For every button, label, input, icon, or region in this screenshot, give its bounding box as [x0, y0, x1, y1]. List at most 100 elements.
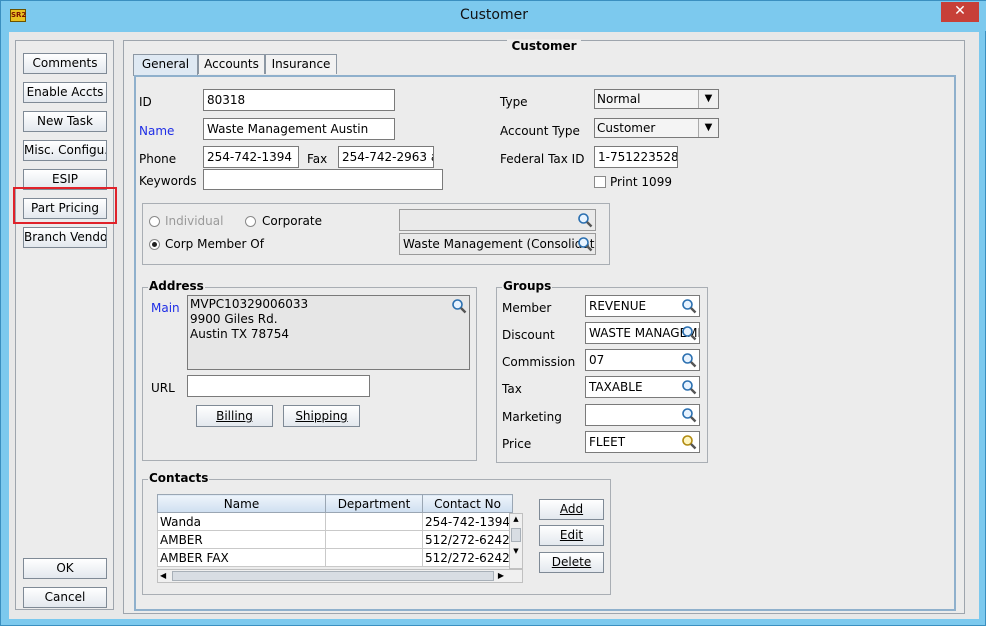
account-type-value: Customer — [597, 121, 656, 135]
federal-tax-field[interactable]: 1-7512235288 — [594, 146, 678, 168]
keywords-field[interactable] — [203, 169, 443, 190]
contacts-title: Contacts — [148, 471, 210, 485]
marketing-label: Marketing — [502, 410, 562, 424]
cell-name: Wanda — [157, 512, 326, 531]
magnifier-icon[interactable] — [681, 434, 697, 450]
contacts-horizontal-scrollbar[interactable]: ◀ ▶ — [157, 569, 523, 583]
window-title: Customer — [459, 7, 528, 23]
keywords-label: Keywords — [139, 174, 197, 188]
title-bar: SR2 Customer ✕ — [1, 1, 986, 31]
magnifier-icon[interactable] — [681, 352, 697, 368]
account-type-select[interactable]: Customer ▼ — [594, 118, 719, 138]
cell-contact-no: 254-742-1394 — [421, 512, 514, 531]
table-row[interactable]: Wanda 254-742-1394 — [157, 512, 514, 531]
misc-config-button[interactable]: Misc. Configu... — [23, 140, 107, 161]
individual-radio[interactable] — [149, 216, 160, 227]
close-button[interactable]: ✕ — [941, 2, 979, 22]
branch-vendor-button[interactable]: Branch Vendor — [23, 227, 107, 248]
column-header-name[interactable]: Name — [157, 494, 326, 513]
corporate-radio[interactable] — [245, 216, 256, 227]
chevron-down-icon[interactable]: ▼ — [698, 90, 718, 108]
price-field[interactable]: FLEET — [585, 431, 700, 453]
cell-name: AMBER — [157, 530, 326, 549]
member-field[interactable]: REVENUE — [585, 295, 700, 317]
comments-button[interactable]: Comments — [23, 53, 107, 74]
name-field[interactable]: Waste Management Austin — [203, 118, 395, 140]
scroll-thumb[interactable] — [172, 571, 494, 581]
customer-window: SR2 Customer ✕ Comments Enable Accts New… — [0, 0, 986, 626]
scroll-right-icon[interactable]: ▶ — [498, 570, 504, 582]
fax-field[interactable]: 254-742-2963 attn — [338, 146, 434, 168]
cell-department — [325, 548, 423, 567]
type-select[interactable]: Normal ▼ — [594, 89, 719, 109]
magnifier-icon[interactable] — [681, 298, 697, 314]
corp-member-radio[interactable] — [149, 239, 160, 250]
tab-insurance[interactable]: Insurance — [265, 54, 337, 74]
enable-accts-button[interactable]: Enable Accts — [23, 82, 107, 103]
federal-tax-label: Federal Tax ID — [500, 152, 585, 166]
address-line-1: MVPC10329006033 — [190, 297, 309, 311]
commission-field[interactable]: 07 — [585, 349, 700, 371]
main-address-box[interactable]: MVPC10329006033 9900 Giles Rd. Austin TX… — [187, 295, 470, 370]
new-task-button[interactable]: New Task — [23, 111, 107, 132]
id-field[interactable]: 80318 — [203, 89, 395, 111]
main-address-label[interactable]: Main — [151, 301, 180, 315]
discount-label: Discount — [502, 328, 555, 342]
table-row[interactable]: AMBER 512/272-6242 — [157, 530, 514, 549]
commission-label: Commission — [502, 355, 576, 369]
url-field[interactable] — [187, 375, 370, 397]
cell-department — [325, 512, 423, 531]
magnifier-icon[interactable] — [577, 212, 593, 228]
column-header-contact-no[interactable]: Contact No — [421, 494, 514, 513]
address-line-2: 9900 Giles Rd. — [190, 312, 278, 326]
corp-member-lookup-field[interactable]: Waste Management (Consolidated — [399, 233, 596, 255]
address-line-3: Austin TX 78754 — [190, 327, 290, 341]
column-header-department[interactable]: Department — [325, 494, 423, 513]
name-label[interactable]: Name — [139, 124, 174, 138]
address-title: Address — [148, 279, 205, 293]
corporate-label: Corporate — [262, 214, 322, 228]
table-row[interactable]: AMBER FAX 512/272-6242 — [157, 548, 514, 567]
marketing-field[interactable] — [585, 404, 700, 426]
contacts-table: Name Department Contact No Wanda 254-742… — [157, 494, 514, 567]
delete-contact-button[interactable]: Delete — [539, 552, 604, 573]
tab-general[interactable]: General — [133, 54, 198, 76]
scroll-thumb[interactable] — [511, 528, 521, 542]
magnifier-icon[interactable] — [681, 407, 697, 423]
type-label: Type — [500, 95, 528, 109]
tab-accounts[interactable]: Accounts — [198, 54, 265, 74]
scroll-up-icon[interactable]: ▲ — [510, 514, 522, 524]
corp-member-label: Corp Member Of — [165, 237, 264, 251]
action-sidebar: Comments Enable Accts New Task Misc. Con… — [15, 40, 114, 610]
print-1099-checkbox[interactable] — [594, 176, 606, 188]
contacts-vertical-scrollbar[interactable]: ▲ ▼ — [509, 513, 523, 569]
groups-title: Groups — [502, 279, 553, 293]
groups-group: Groups Member REVENUE Discount WASTE MAN… — [496, 279, 708, 463]
scroll-down-icon[interactable]: ▼ — [510, 546, 522, 556]
corporate-lookup-field[interactable] — [399, 209, 596, 231]
magnifier-icon[interactable] — [451, 298, 467, 314]
billing-button[interactable]: Billing — [196, 405, 273, 427]
individual-label: Individual — [165, 214, 224, 228]
phone-label: Phone — [139, 152, 177, 166]
tax-field[interactable]: TAXABLE — [585, 376, 700, 398]
scroll-left-icon[interactable]: ◀ — [160, 570, 166, 582]
cancel-button[interactable]: Cancel — [23, 587, 107, 608]
phone-field[interactable]: 254-742-1394 — [203, 146, 299, 168]
contacts-group: Contacts Name Department Contact No Wand… — [142, 471, 611, 595]
edit-contact-button[interactable]: Edit — [539, 525, 604, 546]
magnifier-icon[interactable] — [681, 379, 697, 395]
chevron-down-icon[interactable]: ▼ — [698, 119, 718, 137]
add-contact-button[interactable]: Add — [539, 499, 604, 520]
ok-button[interactable]: OK — [23, 558, 107, 579]
account-type-label: Account Type — [500, 124, 580, 138]
magnifier-icon[interactable] — [577, 236, 593, 252]
magnifier-icon[interactable] — [681, 325, 697, 341]
customer-panel: Customer General Accounts Insurance ID 8… — [123, 39, 965, 614]
panel-title: Customer — [124, 39, 964, 53]
discount-field[interactable]: WASTE MANAGEMENT — [585, 322, 700, 344]
address-group: Address Main MVPC10329006033 9900 Giles … — [142, 279, 477, 461]
shipping-button[interactable]: Shipping — [283, 405, 360, 427]
part-pricing-highlight — [13, 187, 117, 224]
member-label: Member — [502, 301, 552, 315]
